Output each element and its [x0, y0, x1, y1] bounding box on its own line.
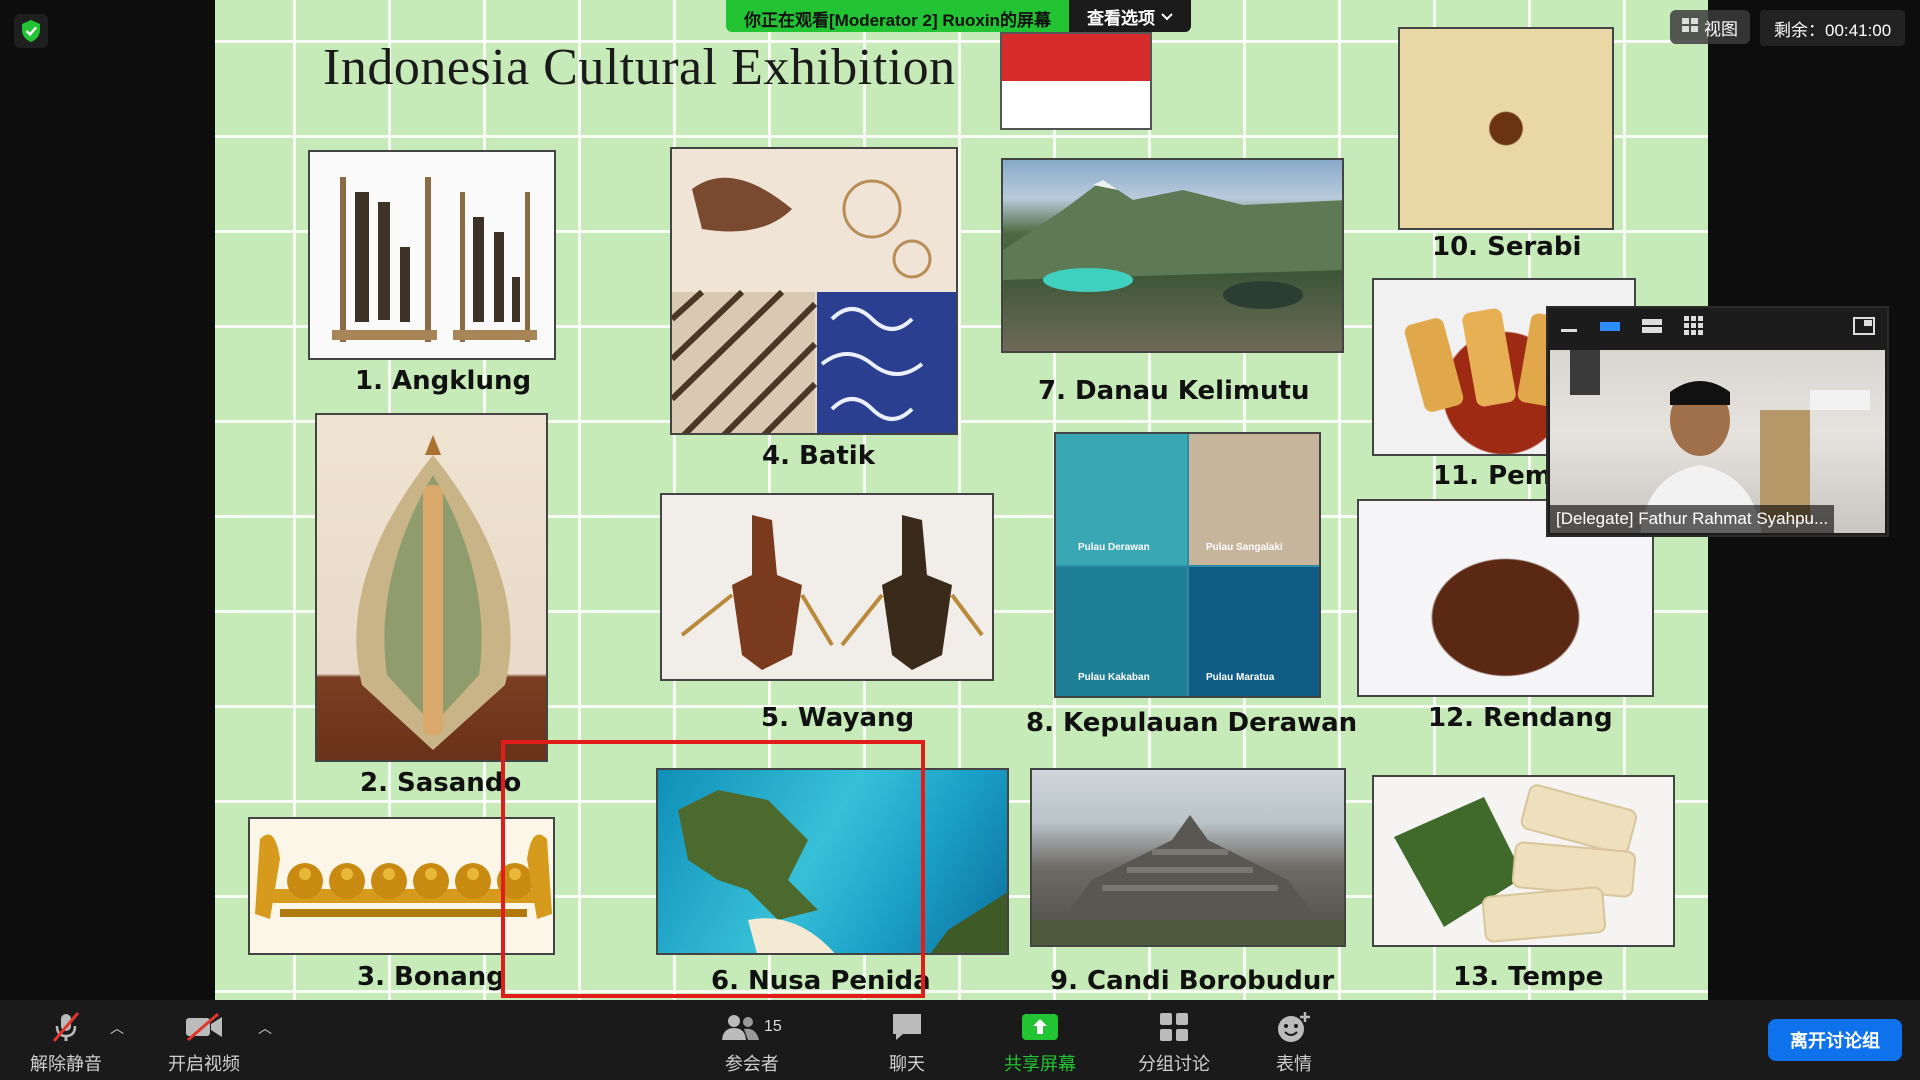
share-screen-icon — [1022, 1008, 1058, 1046]
breakout-rooms-button[interactable]: 分组讨论 — [1138, 1008, 1210, 1076]
exit-fullscreen-icon[interactable] — [1853, 316, 1875, 340]
unmute-label: 解除静音 — [30, 1054, 102, 1074]
minimize-icon[interactable] — [1560, 317, 1578, 340]
caption-bonang: 3. Bonang — [357, 962, 505, 992]
sasando-image — [315, 413, 548, 762]
chat-icon — [891, 1008, 923, 1046]
caption-angklung: 1. Angklung — [355, 366, 532, 396]
caption-tempe: 13. Tempe — [1453, 962, 1604, 992]
tempe-image — [1372, 775, 1675, 947]
slide-title: Indonesia Cultural Exhibition — [323, 39, 956, 96]
breakout-rooms-label: 分组讨论 — [1138, 1054, 1210, 1074]
start-video-button[interactable]: 开启视频 — [168, 1008, 240, 1076]
time-remaining: 剩余：00:41:00 — [1760, 10, 1906, 46]
participant-count: 15 — [764, 1018, 782, 1035]
derawan-label-3: Pulau Kakaban — [1078, 672, 1150, 683]
caption-serabi: 10. Serabi — [1432, 232, 1582, 262]
view-button[interactable]: 视图 — [1670, 10, 1750, 44]
caption-candi-borobudur: 9. Candi Borobudur — [1050, 966, 1335, 996]
highlight-frame — [501, 740, 925, 998]
share-screen-label: 共享屏幕 — [1004, 1054, 1076, 1074]
participants-button[interactable]: 15 参会者 — [722, 1008, 782, 1076]
caption-wayang: 5. Wayang — [761, 703, 915, 733]
reactions-label: 表情 — [1276, 1054, 1312, 1074]
derawan-image: Pulau Derawan Pulau Sangalaki Pulau Kaka… — [1054, 432, 1321, 698]
derawan-label-1: Pulau Derawan — [1078, 542, 1150, 553]
chat-button[interactable]: 聊天 — [889, 1008, 925, 1076]
serabi-image — [1398, 27, 1614, 230]
caption-danau-kelimutu: 7. Danau Kelimutu — [1038, 376, 1310, 406]
view-options-label: 查看选项 — [1086, 8, 1155, 28]
caption-rendang: 12. Rendang — [1428, 703, 1613, 733]
unmute-button[interactable]: 解除静音 — [30, 1008, 102, 1076]
view-label: 视图 — [1704, 19, 1738, 39]
participant-video: [Delegate] Fathur Rahmat Syahpu... — [1550, 350, 1885, 533]
share-screen-button[interactable]: 共享屏幕 — [1004, 1008, 1076, 1076]
participants-label: 参会者 — [724, 1054, 779, 1074]
derawan-label-2: Pulau Sangalaki — [1206, 542, 1283, 553]
start-video-label: 开启视频 — [168, 1054, 240, 1074]
smiley-plus-icon — [1276, 1008, 1312, 1046]
meeting-toolbar: 解除静音 ︿ 开启视频 ︿ 15 参会者 聊天 共享屏幕 分组讨论 表情 — [0, 1000, 1920, 1080]
view-options-button[interactable]: 查看选项 — [1068, 0, 1191, 32]
caption-kepulauan-derawan: 8. Kepulauan Derawan — [1026, 708, 1358, 738]
batik-image — [670, 147, 958, 435]
strip-view-icon[interactable] — [1642, 318, 1662, 339]
chat-label: 聊天 — [889, 1054, 925, 1074]
chevron-down-icon — [1161, 6, 1173, 26]
indonesia-flag — [1000, 32, 1152, 130]
share-banner-text: 你正在观看[Moderator 2] Ruoxin的屏幕 — [726, 0, 1069, 32]
caption-sasando: 2. Sasando — [360, 768, 522, 798]
kelimutu-image — [1001, 158, 1344, 353]
speaker-view-icon[interactable] — [1600, 319, 1620, 338]
video-off-icon — [184, 1008, 224, 1046]
caption-pempek: 11. Pem — [1433, 461, 1552, 491]
grid-view-icon — [1682, 17, 1698, 37]
security-shield-icon[interactable] — [14, 14, 48, 48]
borobudur-image — [1030, 768, 1346, 947]
video-panel-toolbar — [1548, 308, 1887, 348]
participant-name: [Delegate] Fathur Rahmat Syahpu... — [1550, 505, 1835, 533]
video-panel[interactable]: [Delegate] Fathur Rahmat Syahpu... — [1546, 306, 1889, 537]
caption-batik: 4. Batik — [762, 441, 876, 471]
shared-screen: Indonesia Cultural Exhibition 1. Angklun… — [215, 0, 1708, 1000]
reactions-button[interactable]: 表情 — [1276, 1008, 1312, 1076]
audio-options-chevron-icon[interactable]: ︿ — [110, 1018, 124, 1038]
wayang-image — [660, 493, 994, 681]
participants-icon: 15 — [722, 1008, 782, 1046]
share-banner: 你正在观看[Moderator 2] Ruoxin的屏幕 查看选项 — [726, 0, 1191, 32]
derawan-label-4: Pulau Maratua — [1206, 672, 1275, 683]
muted-mic-icon — [49, 1008, 83, 1046]
breakout-rooms-icon — [1158, 1008, 1190, 1046]
angklung-image — [308, 150, 556, 360]
video-options-chevron-icon[interactable]: ︿ — [258, 1018, 272, 1038]
gallery-view-icon[interactable] — [1684, 315, 1704, 341]
leave-breakout-button[interactable]: 离开讨论组 — [1768, 1019, 1902, 1061]
